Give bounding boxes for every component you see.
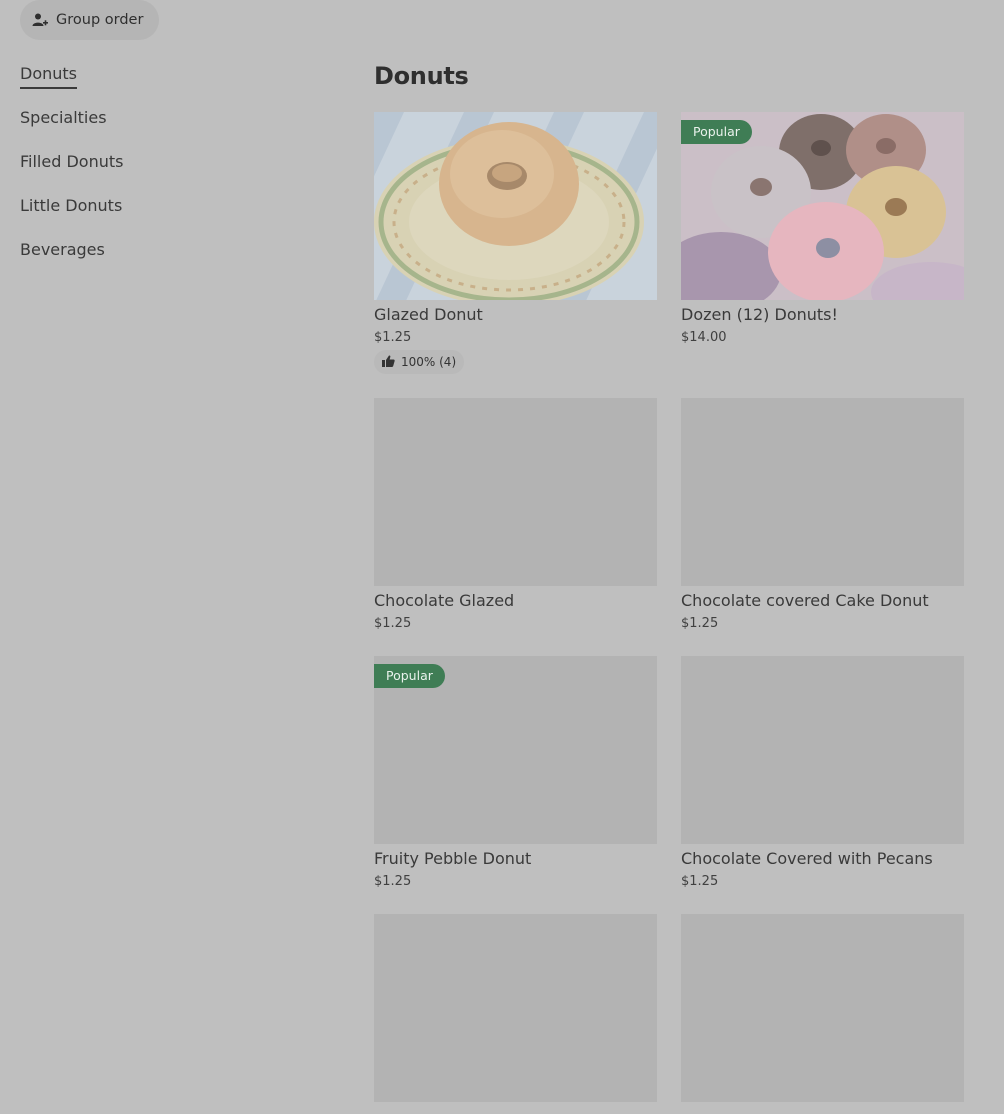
menu-item-card[interactable]: Glazed Donut $1.25 100% (4) [374, 112, 657, 398]
item-image-dozen-donuts: Popular [681, 112, 964, 300]
sidebar-item-filled-donuts[interactable]: Filled Donuts [20, 148, 320, 192]
item-name: Dozen (12) Donuts! [681, 305, 838, 324]
group-order-button[interactable]: Group order [20, 0, 160, 40]
menu-item-card[interactable]: Chocolate covered Cake Donut $1.25 [681, 398, 964, 656]
item-name: Glazed Donut [374, 305, 483, 324]
item-name: Chocolate Glazed [374, 591, 515, 610]
item-image-placeholder [681, 914, 964, 1102]
menu-item-card[interactable]: Chocolate Covered with Pecans $1.25 [681, 656, 964, 914]
category-sidebar: Donuts Specialties Filled Donuts Little … [20, 60, 320, 280]
menu-item-card[interactable] [374, 914, 657, 1114]
item-image-placeholder [681, 398, 964, 586]
menu-item-card[interactable] [681, 914, 964, 1114]
sidebar-item-label: Little Donuts [20, 196, 123, 215]
sidebar-item-label: Specialties [20, 108, 107, 127]
sidebar-item-label: Filled Donuts [20, 152, 124, 171]
popular-badge: Popular [374, 664, 445, 688]
sidebar-item-label: Beverages [20, 240, 105, 259]
menu-item-card[interactable]: Popular Fruity Pebble Donut $1.25 [374, 656, 657, 914]
item-image-placeholder [374, 914, 657, 1102]
rating-badge: 100% (4) [374, 350, 465, 374]
item-image-placeholder: Popular [374, 656, 657, 844]
sidebar-item-donuts[interactable]: Donuts [20, 60, 320, 104]
add-person-icon [32, 12, 48, 28]
item-price: $14.00 [681, 330, 727, 345]
item-name: Chocolate Covered with Pecans [681, 849, 933, 868]
item-image-placeholder [681, 656, 964, 844]
item-price: $1.25 [681, 616, 719, 631]
section-title: Donuts [374, 62, 469, 90]
rating-text: 100% (4) [401, 355, 457, 369]
menu-item-grid: Glazed Donut $1.25 100% (4) Popular Doze… [374, 112, 964, 1114]
item-name: Fruity Pebble Donut [374, 849, 532, 868]
menu-item-card[interactable]: Popular Dozen (12) Donuts! $14.00 [681, 112, 964, 398]
sidebar-item-specialties[interactable]: Specialties [20, 104, 320, 148]
thumbs-up-icon [382, 354, 395, 370]
group-order-label: Group order [56, 12, 144, 28]
item-price: $1.25 [374, 616, 412, 631]
item-price: $1.25 [681, 874, 719, 889]
menu-item-card[interactable]: Chocolate Glazed $1.25 [374, 398, 657, 656]
item-image-placeholder [374, 398, 657, 586]
popular-badge: Popular [681, 120, 752, 144]
item-name: Chocolate covered Cake Donut [681, 591, 929, 610]
sidebar-item-beverages[interactable]: Beverages [20, 236, 320, 280]
sidebar-item-label: Donuts [20, 61, 77, 89]
item-price: $1.25 [374, 874, 412, 889]
sidebar-item-little-donuts[interactable]: Little Donuts [20, 192, 320, 236]
item-price: $1.25 [374, 330, 412, 345]
item-image-glazed-donut [374, 112, 657, 300]
